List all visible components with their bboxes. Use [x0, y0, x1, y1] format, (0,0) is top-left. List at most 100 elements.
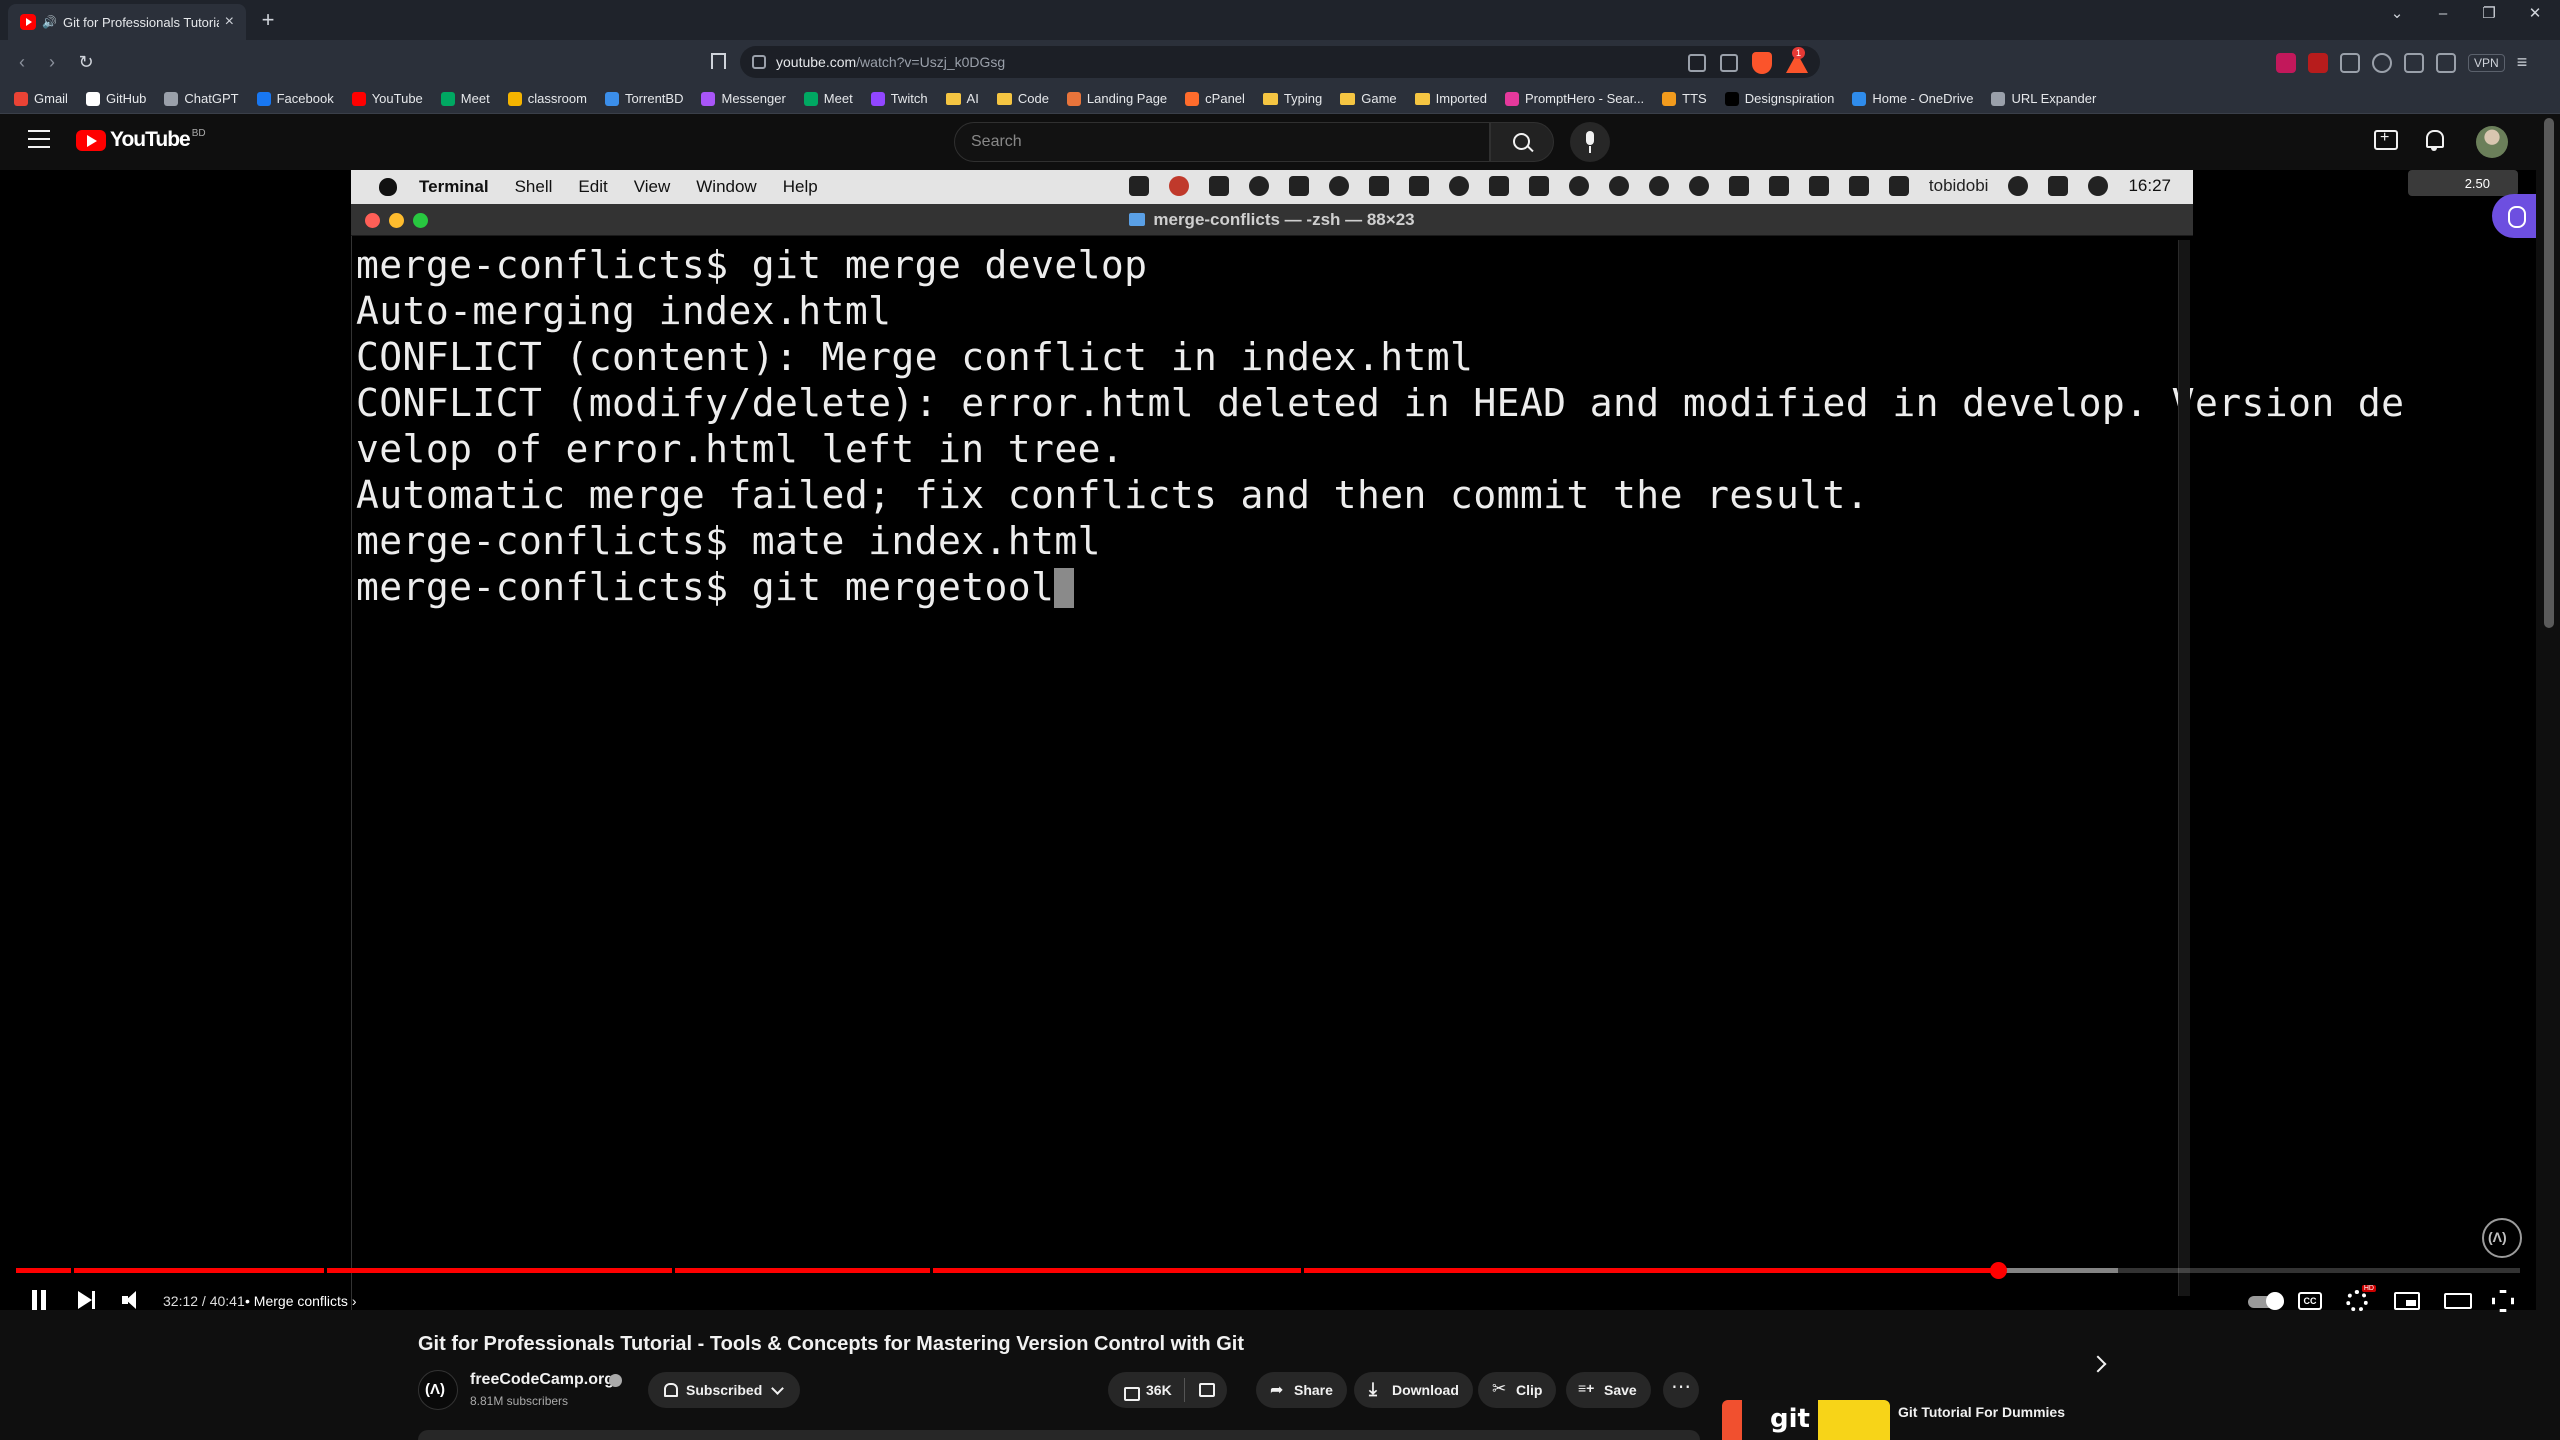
- share-button[interactable]: Share: [1256, 1372, 1347, 1408]
- autoplay-toggle[interactable]: [2248, 1290, 2284, 1312]
- chapter-marker: [71, 1268, 75, 1273]
- bookmark-item[interactable]: Home - OneDrive: [1852, 91, 1973, 106]
- bookmark-item[interactable]: PromptHero - Sear...: [1504, 91, 1644, 106]
- bookmark-item[interactable]: Imported: [1414, 91, 1487, 106]
- audio-playing-icon[interactable]: 🔊: [42, 15, 57, 29]
- bookmark-item[interactable]: Meet: [803, 91, 853, 106]
- bookmark-item[interactable]: GitHub: [85, 91, 146, 106]
- recommended-video-title[interactable]: Git Tutorial For Dummies: [1898, 1404, 2065, 1420]
- chapter-title-button[interactable]: • Merge conflicts ›: [245, 1293, 357, 1309]
- progress-scrubber[interactable]: [1989, 1262, 2007, 1279]
- account-avatar[interactable]: [2476, 126, 2508, 158]
- vpn-button[interactable]: VPN: [2468, 53, 2505, 72]
- bluetooth-icon: [1808, 176, 1829, 196]
- notifications-bell-icon[interactable]: [2424, 128, 2446, 152]
- bookmark-item[interactable]: Meet: [440, 91, 490, 106]
- reload-button[interactable]: ↻: [74, 50, 98, 74]
- keyboard-icon: [1728, 176, 1749, 196]
- recommended-video-thumbnail[interactable]: git: [1722, 1400, 1890, 1440]
- bookmark-item[interactable]: ChatGPT: [164, 91, 239, 106]
- subtitles-button[interactable]: CC: [2298, 1292, 2322, 1310]
- bookmark-item[interactable]: Game: [1340, 91, 1397, 106]
- pause-button[interactable]: [30, 1290, 48, 1310]
- sun-icon: [1328, 176, 1349, 196]
- player-controls: 32:12 / 40:41 • Merge conflicts › CC: [0, 1278, 2536, 1318]
- site-info-icon[interactable]: [752, 55, 766, 69]
- forward-button[interactable]: ›: [40, 50, 64, 74]
- search-button[interactable]: [1490, 122, 1554, 162]
- download-button[interactable]: Download: [1354, 1372, 1473, 1408]
- extension-red-icon[interactable]: [2308, 52, 2328, 73]
- settings-gear-icon[interactable]: [2346, 1285, 2376, 1312]
- like-count[interactable]: 36K: [1146, 1382, 1172, 1398]
- browser-menu-icon[interactable]: ≡: [2517, 52, 2528, 73]
- channel-avatar[interactable]: [418, 1370, 458, 1410]
- save-button[interactable]: Save: [1566, 1372, 1651, 1408]
- minimize-window-button[interactable]: –: [2420, 0, 2466, 28]
- save-label: Save: [1604, 1382, 1637, 1398]
- create-video-icon[interactable]: [2374, 129, 2398, 150]
- bookmark-item[interactable]: YouTube: [351, 91, 423, 106]
- bookmark-item[interactable]: classroom: [507, 91, 587, 106]
- channel-watermark-icon[interactable]: [2482, 1218, 2522, 1258]
- chevron-right-icon[interactable]: [2089, 1355, 2107, 1373]
- page-scrollbar[interactable]: [2540, 114, 2560, 1440]
- tab-close-icon[interactable]: ×: [225, 13, 234, 31]
- restore-window-button[interactable]: ❐: [2466, 0, 2512, 28]
- page-scrollbar-thumb[interactable]: [2544, 118, 2554, 628]
- close-window-button[interactable]: ✕: [2512, 0, 2558, 28]
- bookmark-item[interactable]: Landing Page: [1066, 91, 1167, 106]
- bookmark-page-icon[interactable]: [708, 50, 726, 72]
- mute-button[interactable]: [122, 1290, 146, 1310]
- wallet-icon[interactable]: [2436, 52, 2456, 73]
- subscribed-button[interactable]: Subscribed: [648, 1372, 801, 1408]
- fullscreen-button[interactable]: [2492, 1290, 2514, 1312]
- bookmark-item[interactable]: URL Expander: [1991, 91, 2096, 106]
- voice-search-button[interactable]: [1570, 122, 1610, 162]
- guide-menu-icon[interactable]: [28, 130, 50, 148]
- progress-bar[interactable]: [16, 1262, 2520, 1279]
- youtube-logo[interactable]: YouTube BD: [76, 128, 206, 152]
- bookmark-item[interactable]: Facebook: [256, 91, 334, 106]
- brave-shields-icon[interactable]: [1752, 52, 1772, 74]
- video-player[interactable]: Terminal Shell Edit View Window Help tob…: [0, 170, 2536, 1312]
- url-host: youtube.com: [776, 54, 857, 70]
- clip-button[interactable]: Clip: [1478, 1372, 1557, 1408]
- theater-mode-button[interactable]: [2444, 1293, 2472, 1309]
- sidebar-toggle-icon[interactable]: [2404, 52, 2424, 73]
- share-page-icon[interactable]: [1720, 54, 1738, 72]
- bookmark-item[interactable]: Twitch: [870, 91, 928, 106]
- dropbox-icon: [1208, 176, 1229, 196]
- next-video-button[interactable]: [76, 1290, 98, 1310]
- extension-puzzle-icon[interactable]: [2340, 52, 2360, 73]
- progress-played: [16, 1268, 1998, 1273]
- like-icon[interactable]: [1122, 1382, 1140, 1401]
- channel-name[interactable]: freeCodeCamp.org: [470, 1371, 614, 1389]
- description-box[interactable]: [418, 1430, 1700, 1440]
- dislike-icon[interactable]: [1197, 1382, 1215, 1398]
- miniplayer-button[interactable]: [2394, 1292, 2420, 1310]
- bookmark-item[interactable]: Code: [996, 91, 1049, 106]
- tab-search-chevron-icon[interactable]: ⌄: [2374, 0, 2420, 28]
- new-tab-button[interactable]: +: [254, 6, 282, 34]
- hat-icon: [1568, 176, 1589, 196]
- bookmark-item[interactable]: Typing: [1262, 91, 1322, 106]
- bookmark-label: Messenger: [721, 91, 786, 106]
- bookmark-item[interactable]: Gmail: [14, 91, 68, 106]
- brave-rewards-icon[interactable]: 1: [1786, 47, 1808, 73]
- bookmark-item[interactable]: AI: [945, 91, 979, 106]
- extension-badge-icon[interactable]: [2276, 52, 2296, 73]
- extension-floating-button[interactable]: [2492, 194, 2536, 238]
- bookmark-item[interactable]: TTS: [1662, 91, 1707, 106]
- back-button[interactable]: ‹: [10, 50, 34, 74]
- bookmark-item[interactable]: Designspiration: [1724, 91, 1834, 106]
- more-actions-button[interactable]: ⋯: [1663, 1372, 1699, 1408]
- bookmark-item[interactable]: Messenger: [701, 91, 786, 106]
- cast-icon[interactable]: [1688, 54, 1706, 72]
- bookmark-item[interactable]: TorrentBD: [604, 91, 683, 106]
- media-controls-icon[interactable]: [2372, 52, 2392, 73]
- browser-tab-active[interactable]: 🔊 Git for Professionals Tutorial ×: [8, 4, 246, 40]
- address-bar[interactable]: youtube.com/watch?v=Uszj_k0DGsg 1: [740, 46, 1820, 78]
- search-input[interactable]: [971, 133, 1489, 151]
- bookmark-item[interactable]: cPanel: [1185, 91, 1245, 106]
